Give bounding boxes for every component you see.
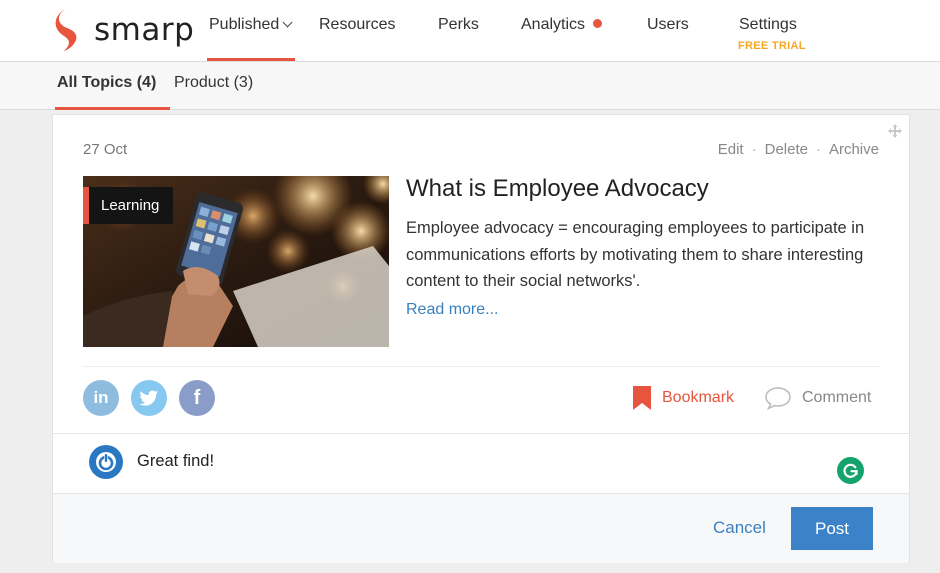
comment-footer: Cancel Post (53, 493, 909, 563)
divider (53, 433, 909, 434)
divider (83, 366, 879, 367)
archive-link[interactable]: Archive (829, 141, 879, 158)
notification-dot-icon (593, 19, 603, 29)
top-navigation: smarp Published Resources Perks Analytic… (0, 0, 940, 62)
post-card: 27 Oct Edit · Delete · Archive Learning … (52, 114, 910, 563)
move-icon[interactable] (887, 123, 903, 139)
topic-tag: Learning (83, 187, 174, 224)
edit-link[interactable]: Edit (718, 141, 744, 158)
topic-tabs: All Topics (4) Product (3) (0, 62, 940, 110)
bookmark-button[interactable]: Bookmark (632, 386, 734, 410)
nav-item-label: Perks (438, 16, 479, 33)
speech-bubble-icon (765, 387, 791, 410)
free-trial-badge[interactable]: FREE TRIAL (738, 40, 806, 52)
brand-logo[interactable]: smarp (50, 4, 194, 54)
nav-item-analytics[interactable]: Analytics (521, 16, 603, 34)
delete-link[interactable]: Delete (765, 141, 808, 158)
linkedin-share-button[interactable]: in (83, 380, 119, 416)
power-icon (96, 452, 116, 472)
brand-name: smarp (94, 12, 195, 48)
nav-item-settings[interactable]: Settings (739, 16, 797, 34)
facebook-icon: f (193, 386, 201, 409)
separator: · (751, 141, 757, 158)
linkedin-icon: in (93, 388, 109, 407)
post-date: 27 Oct (83, 141, 128, 158)
nav-item-label: Published (209, 16, 280, 33)
smarp-logo-icon (55, 8, 77, 51)
nav-item-users[interactable]: Users (647, 16, 689, 34)
tab-product[interactable]: Product (3) (174, 74, 253, 92)
comment-label: Comment (802, 389, 872, 406)
topic-tag-label: Learning (101, 197, 160, 214)
post-actions: Edit · Delete · Archive (718, 141, 879, 158)
nav-item-resources[interactable]: Resources (319, 16, 395, 34)
post-thumbnail[interactable]: Learning (83, 176, 389, 347)
comment-input[interactable]: Great find! (137, 452, 214, 471)
nav-item-published[interactable]: Published (206, 16, 296, 61)
separator: · (815, 141, 821, 158)
post-button[interactable]: Post (791, 507, 873, 550)
bookmark-icon (633, 386, 651, 410)
bookmark-label: Bookmark (662, 389, 735, 406)
nav-item-label: Users (647, 16, 689, 33)
facebook-share-button[interactable]: f (179, 380, 215, 416)
user-avatar (89, 445, 123, 479)
grammarly-icon[interactable] (837, 457, 864, 484)
post-description: Employee advocacy = encouraging employee… (406, 219, 865, 290)
twitter-share-button[interactable] (131, 380, 167, 416)
tab-all-topics[interactable]: All Topics (4) (54, 74, 171, 110)
nav-item-label: Settings (739, 16, 797, 33)
nav-item-label: Analytics (521, 16, 586, 33)
comment-button[interactable]: Comment (764, 386, 871, 410)
post-title[interactable]: What is Employee Advocacy (406, 175, 709, 203)
nav-item-perks[interactable]: Perks (438, 16, 479, 34)
read-more-link[interactable]: Read more... (406, 301, 498, 319)
cancel-button[interactable]: Cancel (713, 518, 766, 538)
grammarly-glyph (843, 463, 858, 478)
chevron-down-icon (282, 17, 293, 28)
twitter-icon (139, 390, 159, 406)
nav-item-label: Resources (319, 16, 396, 33)
